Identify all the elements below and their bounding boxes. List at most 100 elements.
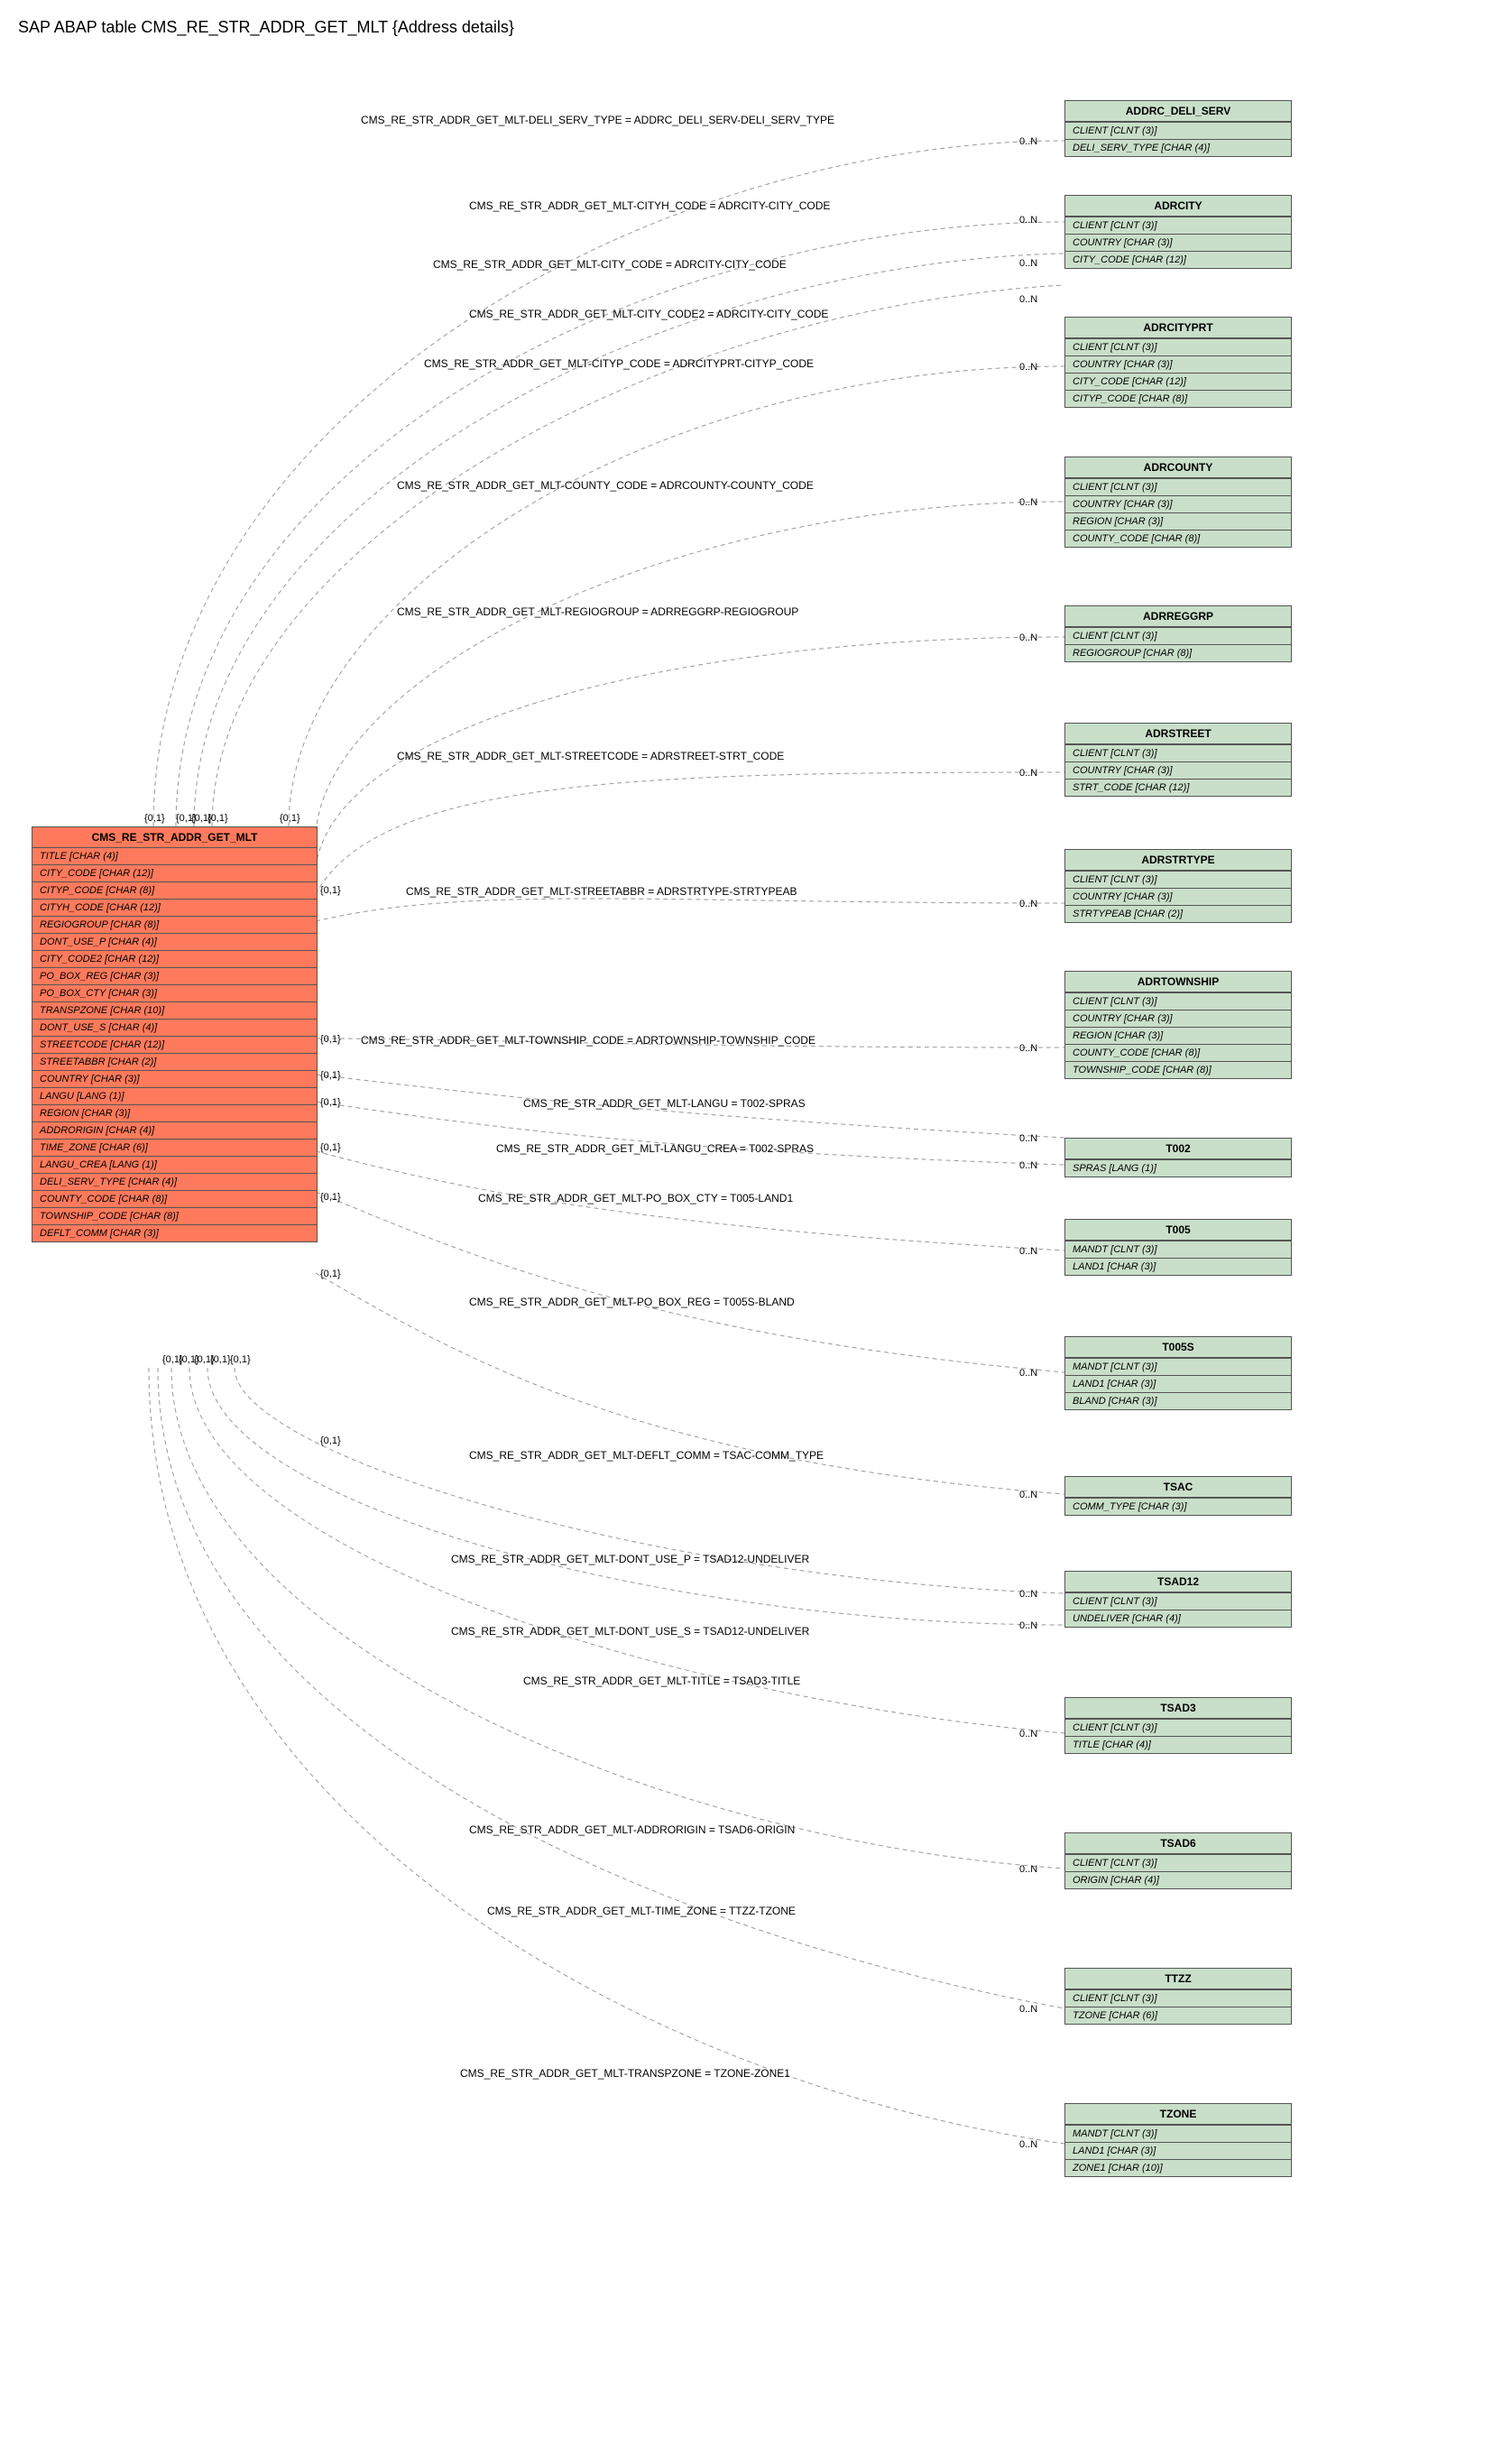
cardinality-label: {0,1} (320, 1269, 341, 1279)
cardinality-label: {0,1} (320, 1142, 341, 1153)
entity-field: DELI_SERV_TYPE [CHAR (4)] (32, 1173, 317, 1190)
entity-field: CITY_CODE2 [CHAR (12)] (32, 950, 317, 967)
ref-entity: TZONEMANDT [CLNT (3)]LAND1 [CHAR (3)]ZON… (1064, 2103, 1292, 2177)
cardinality-label: 0..N (1019, 632, 1037, 643)
cardinality-label: 0..N (1019, 1133, 1037, 1144)
entity-field: COUNTRY [CHAR (3)] (1065, 234, 1291, 251)
entity-field: DELI_SERV_TYPE [CHAR (4)] (1065, 139, 1291, 156)
ref-entity: T005MANDT [CLNT (3)]LAND1 [CHAR (3)] (1064, 1219, 1292, 1276)
entity-field: REGION [CHAR (3)] (1065, 512, 1291, 530)
entity-field: TIME_ZONE [CHAR (6)] (32, 1139, 317, 1156)
relation-label: CMS_RE_STR_ADDR_GET_MLT-TOWNSHIP_CODE = … (361, 1034, 815, 1047)
cardinality-label: 0..N (1019, 1589, 1037, 1600)
entity-field: COUNTRY [CHAR (3)] (1065, 355, 1291, 373)
entity-field: UNDELIVER [CHAR (4)] (1065, 1610, 1291, 1627)
entity-header: ADRSTRTYPE (1065, 850, 1291, 871)
ref-entity: ADDRC_DELI_SERVCLIENT [CLNT (3)]DELI_SER… (1064, 100, 1292, 157)
entity-field: COUNTY_CODE [CHAR (8)] (32, 1190, 317, 1207)
ref-entity: ADRTOWNSHIPCLIENT [CLNT (3)]COUNTRY [CHA… (1064, 971, 1292, 1079)
entity-field: CLIENT [CLNT (3)] (1065, 338, 1291, 355)
entity-field: COMM_TYPE [CHAR (3)] (1065, 1498, 1291, 1515)
ref-entity: ADRCITYCLIENT [CLNT (3)]COUNTRY [CHAR (3… (1064, 195, 1292, 269)
entity-field: STRTYPEAB [CHAR (2)] (1065, 905, 1291, 922)
ref-entity: T002SPRAS [LANG (1)] (1064, 1138, 1292, 1177)
cardinality-label: 0..N (1019, 215, 1037, 226)
cardinality-label: 0..N (1019, 1246, 1037, 1257)
entity-field: CITY_CODE [CHAR (12)] (1065, 251, 1291, 268)
entity-field: SPRAS [LANG (1)] (1065, 1159, 1291, 1177)
cardinality-label: 0..N (1019, 1490, 1037, 1500)
entity-header: TSAD3 (1065, 1698, 1291, 1719)
entity-field: LANGU [LANG (1)] (32, 1087, 317, 1104)
cardinality-label: 0..N (1019, 1043, 1037, 1054)
relation-label: CMS_RE_STR_ADDR_GET_MLT-TIME_ZONE = TTZZ… (487, 1905, 796, 1917)
relation-label: CMS_RE_STR_ADDR_GET_MLT-DONT_USE_P = TSA… (451, 1553, 809, 1565)
cardinality-label: {0,1} (210, 1354, 231, 1365)
entity-field: PO_BOX_REG [CHAR (3)] (32, 967, 317, 984)
entity-header: TSAD6 (1065, 1833, 1291, 1854)
entity-field: DONT_USE_P [CHAR (4)] (32, 933, 317, 950)
entity-header: TTZZ (1065, 1969, 1291, 1989)
relation-label: CMS_RE_STR_ADDR_GET_MLT-TRANSPZONE = TZO… (460, 2067, 790, 2080)
cardinality-label: 0..N (1019, 1620, 1037, 1631)
entity-field: CITYP_CODE [CHAR (8)] (1065, 390, 1291, 407)
entity-field: LAND1 [CHAR (3)] (1065, 2142, 1291, 2159)
entity-field: REGION [CHAR (3)] (1065, 1027, 1291, 1044)
entity-header: ADRCITYPRT (1065, 318, 1291, 338)
entity-field: COUNTRY [CHAR (3)] (1065, 888, 1291, 905)
entity-header: T005S (1065, 1337, 1291, 1358)
entity-field: CLIENT [CLNT (3)] (1065, 122, 1291, 139)
entity-field: STREETCODE [CHAR (12)] (32, 1036, 317, 1053)
cardinality-label: {0,1} (280, 813, 300, 824)
relation-label: CMS_RE_STR_ADDR_GET_MLT-CITY_CODE2 = ADR… (469, 308, 828, 320)
entity-field: DONT_USE_S [CHAR (4)] (32, 1019, 317, 1036)
entity-header: ADRTOWNSHIP (1065, 972, 1291, 992)
ref-entity: ADRSTRTYPECLIENT [CLNT (3)]COUNTRY [CHAR… (1064, 849, 1292, 923)
relation-label: CMS_RE_STR_ADDR_GET_MLT-CITYH_CODE = ADR… (469, 199, 830, 212)
relation-label: CMS_RE_STR_ADDR_GET_MLT-STREETCODE = ADR… (397, 750, 784, 762)
cardinality-label: 0..N (1019, 1729, 1037, 1740)
entity-field: CLIENT [CLNT (3)] (1065, 744, 1291, 761)
ref-entity: TSAD12CLIENT [CLNT (3)]UNDELIVER [CHAR (… (1064, 1571, 1292, 1628)
cardinality-label: {0,1} (320, 1192, 341, 1203)
entity-field: COUNTY_CODE [CHAR (8)] (1065, 530, 1291, 547)
entity-header: ADRCITY (1065, 196, 1291, 217)
relation-label: CMS_RE_STR_ADDR_GET_MLT-PO_BOX_CTY = T00… (478, 1192, 793, 1204)
entity-field: CITY_CODE [CHAR (12)] (32, 864, 317, 881)
relation-label: CMS_RE_STR_ADDR_GET_MLT-CITY_CODE = ADRC… (433, 258, 787, 271)
relation-label: CMS_RE_STR_ADDR_GET_MLT-TITLE = TSAD3-TI… (523, 1675, 800, 1687)
relation-label: CMS_RE_STR_ADDR_GET_MLT-REGIOGROUP = ADR… (397, 605, 798, 618)
relation-label: CMS_RE_STR_ADDR_GET_MLT-STREETABBR = ADR… (406, 885, 797, 898)
entity-field: BLAND [CHAR (3)] (1065, 1392, 1291, 1409)
entity-field: MANDT [CLNT (3)] (1065, 2125, 1291, 2142)
page-title: SAP ABAP table CMS_RE_STR_ADDR_GET_MLT {… (18, 18, 1493, 37)
entity-header: TZONE (1065, 2104, 1291, 2125)
entity-field: CLIENT [CLNT (3)] (1065, 1989, 1291, 2007)
cardinality-label: {0,1} (320, 1034, 341, 1045)
entity-field: MANDT [CLNT (3)] (1065, 1241, 1291, 1258)
entity-field: STREETABBR [CHAR (2)] (32, 1053, 317, 1070)
relation-label: CMS_RE_STR_ADDR_GET_MLT-ADDRORIGIN = TSA… (469, 1823, 795, 1836)
cardinality-label: 0..N (1019, 1368, 1037, 1379)
ref-entity: ADRCITYPRTCLIENT [CLNT (3)]COUNTRY [CHAR… (1064, 317, 1292, 408)
cardinality-label: 0..N (1019, 2139, 1037, 2150)
cardinality-label: {0,1} (230, 1354, 251, 1365)
cardinality-label: {0,1} (320, 1070, 341, 1081)
entity-field: CLIENT [CLNT (3)] (1065, 1592, 1291, 1610)
entity-field: CLIENT [CLNT (3)] (1065, 217, 1291, 234)
cardinality-label: 0..N (1019, 136, 1037, 147)
ref-entity: ADRSTREETCLIENT [CLNT (3)]COUNTRY [CHAR … (1064, 723, 1292, 797)
entity-field: STRT_CODE [CHAR (12)] (1065, 779, 1291, 796)
cardinality-label: {0,1} (320, 1097, 341, 1108)
entity-field: CLIENT [CLNT (3)] (1065, 478, 1291, 495)
entity-field: TOWNSHIP_CODE [CHAR (8)] (32, 1207, 317, 1224)
cardinality-label: {0,1} (320, 885, 341, 896)
entity-field: CITYH_CODE [CHAR (12)] (32, 899, 317, 916)
entity-header: ADRCOUNTY (1065, 457, 1291, 478)
entity-header: CMS_RE_STR_ADDR_GET_MLT (32, 827, 317, 848)
entity-field: ORIGIN [CHAR (4)] (1065, 1871, 1291, 1888)
relation-label: CMS_RE_STR_ADDR_GET_MLT-DELI_SERV_TYPE =… (361, 114, 834, 126)
entity-header: TSAD12 (1065, 1572, 1291, 1592)
cardinality-label: 0..N (1019, 362, 1037, 373)
ref-entity: TSAD3CLIENT [CLNT (3)]TITLE [CHAR (4)] (1064, 1697, 1292, 1754)
